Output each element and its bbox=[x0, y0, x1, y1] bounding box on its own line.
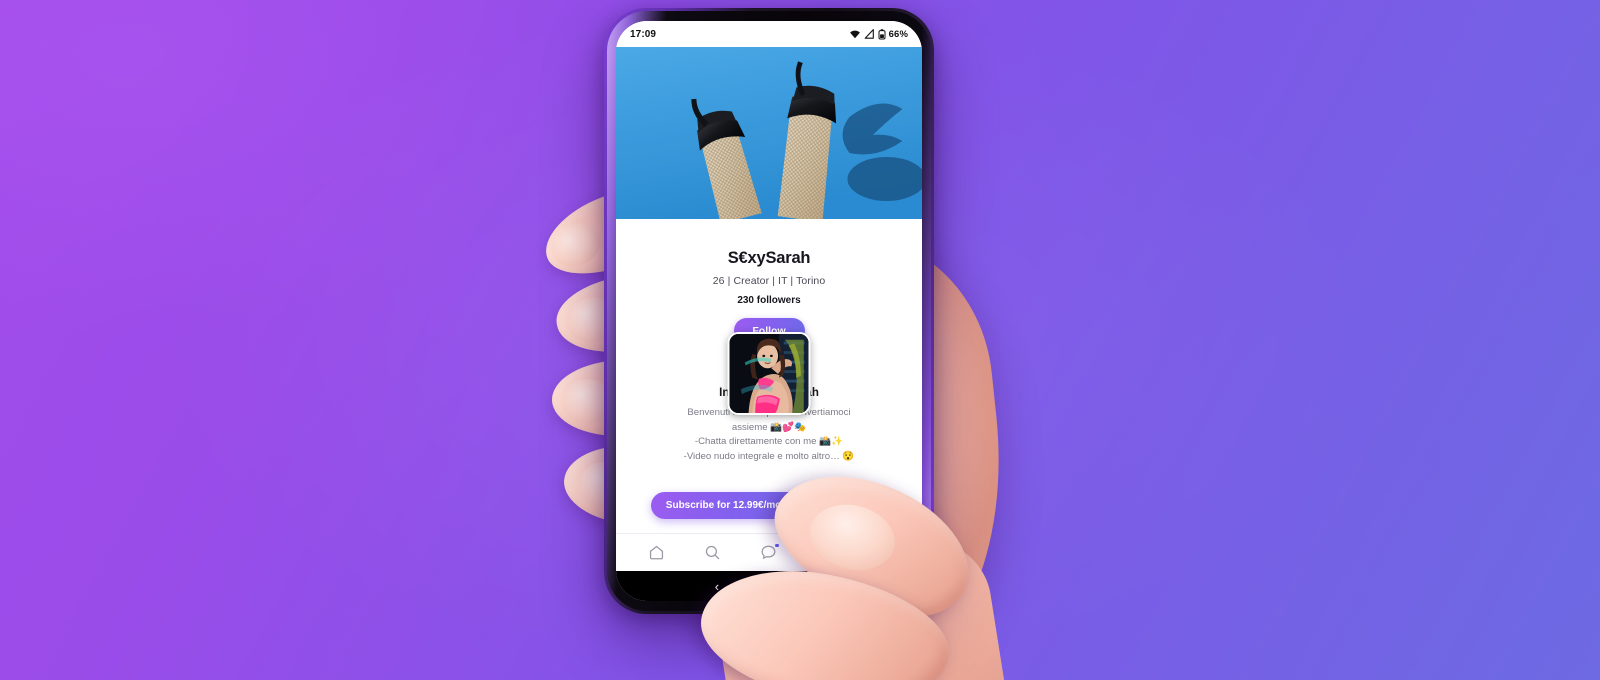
tab-notifications[interactable] bbox=[810, 538, 840, 568]
status-bar: 17:09 66% bbox=[616, 21, 922, 47]
status-bar-time: 17:09 bbox=[630, 28, 657, 40]
wifi-icon bbox=[849, 30, 860, 39]
chat-button[interactable]: Chat bbox=[820, 492, 888, 519]
bio-line: assieme 📸💕🎭 bbox=[731, 421, 807, 433]
tab-home[interactable] bbox=[641, 538, 671, 568]
home-icon bbox=[649, 545, 663, 560]
chat-bubble-icon bbox=[835, 500, 846, 510]
bio-line: -Chatta direttamente con me 📸✨ bbox=[694, 436, 844, 448]
profile-meta: 26 | Creator | IT | Torino bbox=[712, 275, 826, 287]
subscribe-button[interactable]: Subscribe for 12.99€/month bbox=[650, 492, 812, 519]
action-buttons: Subscribe for 12.99€/month Chat bbox=[616, 492, 922, 519]
cover-photo[interactable] bbox=[616, 47, 922, 219]
follower-count: 230 followers bbox=[737, 295, 801, 306]
avatar[interactable] bbox=[727, 332, 811, 415]
profile-body: S€xySarah 26 | Creator | IT | Torino 230… bbox=[616, 219, 922, 533]
tab-profile[interactable] bbox=[867, 538, 897, 568]
fingernail bbox=[544, 216, 607, 274]
battery-percent: 66% bbox=[888, 28, 908, 40]
cellular-signal-icon bbox=[864, 29, 874, 39]
bottom-tab-bar bbox=[616, 533, 922, 571]
status-bar-indicators: 66% bbox=[849, 29, 908, 40]
tab-messages[interactable] bbox=[754, 538, 784, 568]
android-navigation-bar: ‹ bbox=[616, 571, 922, 601]
back-button[interactable]: ‹ bbox=[715, 580, 719, 593]
chat-button-label: Chat bbox=[850, 500, 874, 511]
bio-line: -Video nudo integrale e molto altro… 😯 bbox=[683, 450, 855, 462]
search-icon bbox=[705, 545, 720, 560]
bell-icon bbox=[819, 545, 832, 559]
smartphone-device: 17:09 66% S€xySarah 26 | Creator | IT | … bbox=[604, 8, 934, 614]
avatar-photo bbox=[729, 334, 809, 413]
phone-screen: 17:09 66% S€xySarah 26 | Creator | IT | … bbox=[616, 21, 922, 601]
profile-username: S€xySarah bbox=[727, 249, 811, 267]
person-icon bbox=[875, 546, 888, 560]
tab-search[interactable] bbox=[698, 538, 728, 568]
phone-bezel: 17:09 66% S€xySarah 26 | Creator | IT | … bbox=[607, 11, 931, 611]
cover-photo-artwork bbox=[616, 47, 922, 219]
notification-badge-dot bbox=[774, 542, 780, 548]
home-indicator[interactable] bbox=[752, 583, 786, 589]
battery-icon bbox=[878, 28, 886, 39]
